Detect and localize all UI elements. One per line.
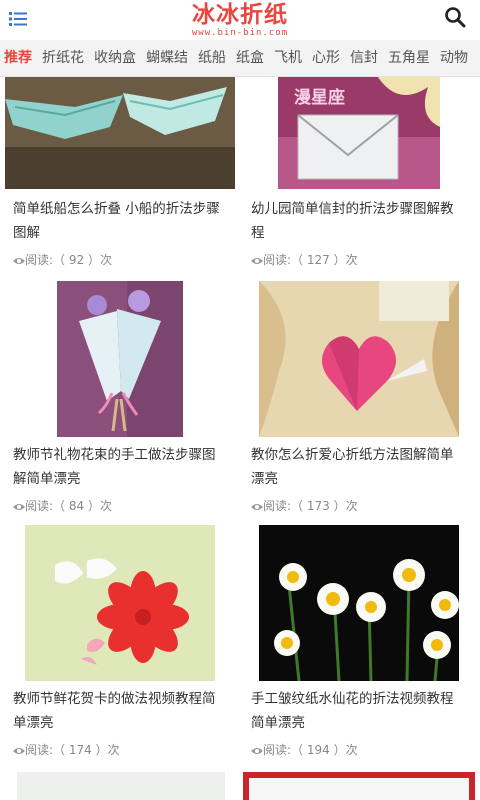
tab-airplane[interactable]: 飞机: [270, 40, 308, 76]
article-card[interactable]: 教你怎么折爱心折纸方法图解简单漂亮 阅读:（ 173 ）次: [240, 281, 480, 521]
article-card[interactable]: 漫星座 幼儿园简单信封的折法步骤图解教程 阅读:（ 127 ）次: [240, 77, 480, 277]
article-title[interactable]: 简单纸船怎么折叠 小船的折法步骤图解: [13, 197, 228, 245]
article-thumbnail[interactable]: [5, 77, 235, 189]
read-count: 阅读:（ 92 ）次: [13, 252, 112, 268]
article-title[interactable]: 教师节鲜花贺卡的做法视频教程简单漂亮: [13, 687, 228, 735]
read-count: 阅读:（ 173 ）次: [251, 498, 358, 514]
site-logo[interactable]: 冰冰折纸 www.bin-bin.com: [0, 0, 480, 38]
read-count-text: 阅读:（ 194 ）次: [263, 743, 358, 757]
eye-icon: [13, 258, 25, 264]
tab-animal[interactable]: 动物: [436, 40, 474, 76]
read-count-text: 阅读:（ 174 ）次: [25, 743, 120, 757]
article-title[interactable]: 教师节礼物花束的手工做法步骤图解简单漂亮: [13, 443, 228, 491]
read-count-text: 阅读:（ 92 ）次: [25, 253, 112, 267]
article-thumbnail[interactable]: [243, 772, 475, 800]
article-thumbnail[interactable]: 漫星座: [278, 77, 440, 189]
tab-storage-box[interactable]: 收纳盒: [90, 40, 142, 76]
eye-icon: [13, 748, 25, 754]
article-title[interactable]: 幼儿园简单信封的折法步骤图解教程: [251, 197, 466, 245]
article-card[interactable]: 教师节礼物花束的手工做法步骤图解简单漂亮 阅读:（ 84 ）次: [0, 281, 240, 521]
tab-envelope[interactable]: 信封: [346, 40, 384, 76]
read-count: 阅读:（ 174 ）次: [13, 742, 120, 758]
article-thumbnail[interactable]: [25, 525, 215, 681]
read-count: 阅读:（ 84 ）次: [13, 498, 112, 514]
eye-icon: [13, 504, 25, 510]
thumbnail-caption: 漫星座: [294, 88, 345, 108]
logo-url: www.bin-bin.com: [191, 28, 289, 38]
article-title[interactable]: 手工皱纹纸水仙花的折法视频教程简单漂亮: [251, 687, 466, 735]
article-thumbnail[interactable]: [57, 281, 183, 437]
tab-recommend[interactable]: 推荐: [0, 40, 38, 76]
tab-bow[interactable]: 蝴蝶结: [142, 40, 194, 76]
eye-icon: [251, 504, 263, 510]
article-title[interactable]: 教你怎么折爱心折纸方法图解简单漂亮: [251, 443, 466, 491]
tab-paper-boat[interactable]: 纸船: [194, 40, 232, 76]
category-nav: 推荐 折纸花 收纳盒 蝴蝶结 纸船 纸盒 飞机 心形 信封 五角星 动物: [0, 40, 480, 77]
read-count: 阅读:（ 127 ）次: [251, 252, 358, 268]
article-thumbnail[interactable]: [17, 772, 225, 800]
article-card[interactable]: 简单纸船怎么折叠 小船的折法步骤图解 阅读:（ 92 ）次: [0, 77, 240, 277]
tab-star[interactable]: 五角星: [384, 40, 436, 76]
article-card[interactable]: 教师节鲜花贺卡的做法视频教程简单漂亮 阅读:（ 174 ）次: [0, 525, 240, 767]
tab-paper-box[interactable]: 纸盒: [232, 40, 270, 76]
article-thumbnail[interactable]: [259, 281, 459, 437]
read-count-text: 阅读:（ 84 ）次: [25, 499, 112, 513]
article-card[interactable]: 手工皱纹纸水仙花的折法视频教程简单漂亮 阅读:（ 194 ）次: [240, 525, 480, 767]
search-icon[interactable]: [444, 6, 466, 28]
read-count: 阅读:（ 194 ）次: [251, 742, 358, 758]
eye-icon: [251, 258, 263, 264]
app-header: 冰冰折纸 www.bin-bin.com: [0, 0, 480, 40]
eye-icon: [251, 748, 263, 754]
read-count-text: 阅读:（ 173 ）次: [263, 499, 358, 513]
article-card[interactable]: [240, 772, 480, 800]
tab-heart[interactable]: 心形: [308, 40, 346, 76]
read-count-text: 阅读:（ 127 ）次: [263, 253, 358, 267]
article-card[interactable]: [0, 772, 240, 800]
tab-paper-flower[interactable]: 折纸花: [38, 40, 90, 76]
logo-text: 冰冰折纸: [192, 2, 288, 28]
article-thumbnail[interactable]: [259, 525, 459, 681]
